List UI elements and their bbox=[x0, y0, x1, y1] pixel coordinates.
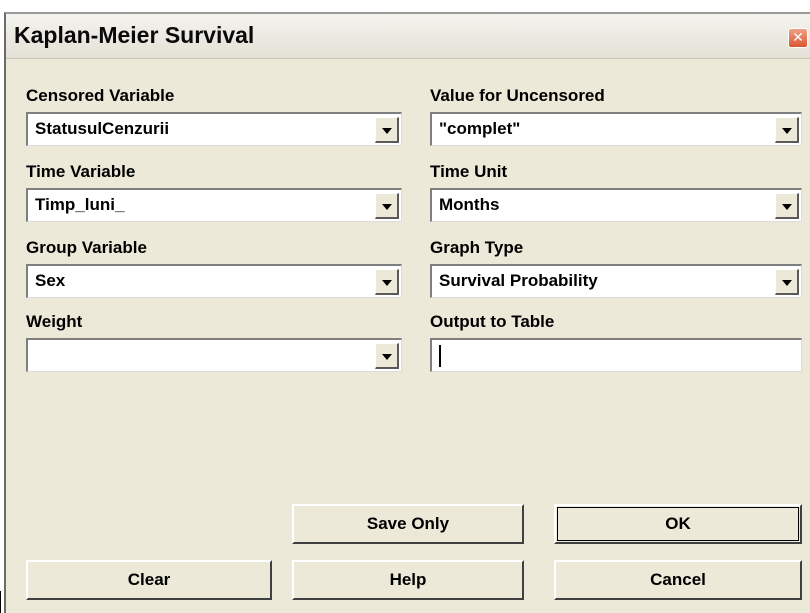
graph-type-value: Survival Probability bbox=[439, 271, 598, 290]
chevron-down-icon[interactable] bbox=[775, 117, 799, 143]
save-only-button[interactable]: Save Only bbox=[292, 504, 524, 544]
output-to-table-input[interactable] bbox=[430, 338, 802, 372]
chevron-down-icon[interactable] bbox=[375, 269, 399, 295]
time-variable-label: Time Variable bbox=[26, 162, 136, 181]
censored-variable-label: Censored Variable bbox=[26, 86, 175, 105]
time-variable-select[interactable]: Timp_luni_ bbox=[26, 188, 402, 222]
graph-type-label: Graph Type bbox=[430, 238, 524, 257]
title-bar: Kaplan-Meier Survival ✕ bbox=[6, 14, 810, 59]
chevron-down-icon[interactable] bbox=[375, 343, 399, 369]
group-variable-label: Group Variable bbox=[26, 238, 147, 257]
clear-button[interactable]: Clear bbox=[26, 560, 272, 600]
ok-button[interactable]: OK bbox=[554, 504, 802, 544]
output-to-table-label: Output to Table bbox=[430, 312, 555, 331]
graph-type-select[interactable]: Survival Probability bbox=[430, 264, 802, 298]
time-unit-value: Months bbox=[439, 195, 500, 214]
close-icon: ✕ bbox=[792, 29, 804, 45]
close-button[interactable]: ✕ bbox=[788, 28, 808, 48]
window-title: Kaplan-Meier Survival bbox=[14, 22, 255, 48]
censored-variable-value: StatusulCenzurii bbox=[35, 119, 170, 138]
chevron-down-icon[interactable] bbox=[775, 269, 799, 295]
group-variable-select[interactable]: Sex bbox=[26, 264, 402, 298]
time-unit-select[interactable]: Months bbox=[430, 188, 802, 222]
group-variable-value: Sex bbox=[35, 271, 66, 290]
chevron-down-icon[interactable] bbox=[375, 193, 399, 219]
censored-variable-select[interactable]: StatusulCenzurii bbox=[26, 112, 402, 146]
value-for-uncensored-select[interactable]: "complet" bbox=[430, 112, 802, 146]
help-button[interactable]: Help bbox=[292, 560, 524, 600]
value-for-uncensored-label: Value for Uncensored bbox=[430, 86, 605, 105]
value-for-uncensored-value: "complet" bbox=[439, 119, 521, 138]
text-caret bbox=[439, 345, 441, 367]
time-variable-value: Timp_luni_ bbox=[35, 195, 125, 214]
time-unit-label: Time Unit bbox=[430, 162, 508, 181]
weight-select[interactable] bbox=[26, 338, 402, 372]
kaplan-meier-dialog: Kaplan-Meier Survival ✕ Censored Variabl… bbox=[4, 12, 810, 613]
edge-marker bbox=[0, 591, 1, 613]
chevron-down-icon[interactable] bbox=[375, 117, 399, 143]
cancel-button[interactable]: Cancel bbox=[554, 560, 802, 600]
chevron-down-icon[interactable] bbox=[775, 193, 799, 219]
weight-label: Weight bbox=[26, 312, 83, 331]
